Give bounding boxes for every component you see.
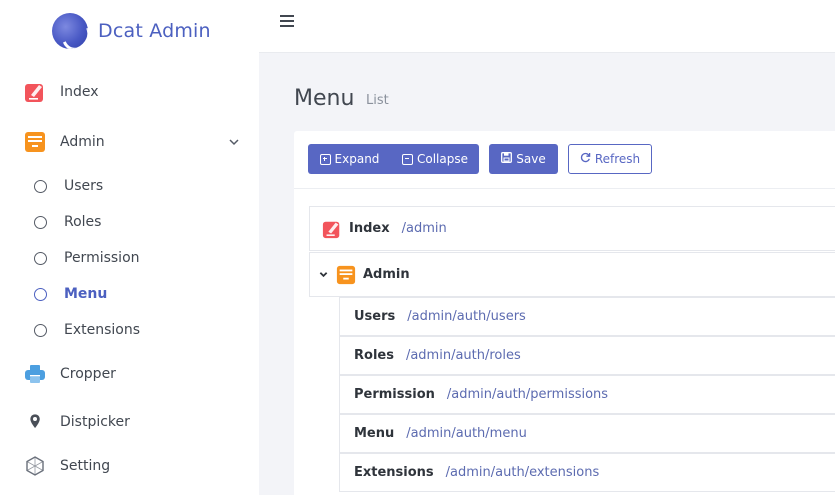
- archive-icon: [24, 131, 46, 153]
- save-button[interactable]: Save: [489, 144, 558, 174]
- sidebar-item-label: Index: [60, 84, 99, 100]
- sidebar-item-label: Cropper: [60, 366, 116, 382]
- collapse-label: Collapse: [417, 152, 468, 166]
- tree-item-uri[interactable]: /admin/auth/menu: [406, 426, 527, 441]
- save-label: Save: [516, 152, 546, 166]
- tree-item-uri[interactable]: /admin: [402, 221, 447, 236]
- hexagon-icon: [24, 455, 46, 477]
- tree-item-menu[interactable]: Menu /admin/auth/menu: [339, 414, 835, 453]
- tree-item-roles[interactable]: Roles /admin/auth/roles: [339, 336, 835, 375]
- circle-icon: [34, 323, 47, 337]
- sidebar-subitem-permission[interactable]: Permission: [0, 243, 259, 273]
- sidebar-subitem-label: Extensions: [64, 322, 141, 338]
- sidebar-item-index[interactable]: Index: [0, 74, 259, 110]
- expand-label: Expand: [334, 152, 380, 166]
- tree-item-uri[interactable]: /admin/auth/users: [407, 309, 526, 324]
- hamburger-menu-icon[interactable]: [280, 15, 294, 27]
- tree-item-uri[interactable]: /admin/auth/extensions: [446, 465, 600, 480]
- sidebar-subitem-extensions[interactable]: Extensions: [0, 315, 259, 345]
- tree-item-users[interactable]: Users /admin/auth/users: [339, 297, 835, 336]
- chevron-down-icon[interactable]: [229, 137, 239, 147]
- tree-item-index[interactable]: Index /admin: [309, 206, 835, 251]
- sidebar-item-distpicker[interactable]: Distpicker: [0, 404, 259, 440]
- tree-item-title: Admin: [363, 267, 410, 282]
- sidebar: Dcat Admin Index Admin Users Roles Permi…: [0, 0, 259, 495]
- minus-square-icon: [402, 153, 413, 165]
- top-navbar: [259, 0, 835, 53]
- caret-down-icon[interactable]: [319, 270, 329, 279]
- refresh-icon: [580, 152, 591, 166]
- sidebar-subitem-label: Menu: [64, 286, 108, 302]
- sidebar-item-label: Distpicker: [60, 414, 130, 430]
- sidebar-item-label: Setting: [60, 458, 111, 474]
- tree-item-title: Roles: [354, 348, 394, 363]
- brand-name: Dcat Admin: [98, 20, 211, 42]
- refresh-label: Refresh: [594, 152, 641, 166]
- page-subtitle: List: [366, 93, 389, 108]
- circle-icon: [34, 287, 47, 301]
- tree-item-admin[interactable]: Admin: [309, 252, 835, 297]
- circle-icon: [34, 179, 47, 193]
- sidebar-subitem-roles[interactable]: Roles: [0, 207, 259, 237]
- tree-item-uri[interactable]: /admin/auth/roles: [406, 348, 521, 363]
- tree-item-title: Extensions: [354, 465, 434, 480]
- sidebar-item-cropper[interactable]: Cropper: [0, 356, 259, 392]
- map-pin-icon: [24, 411, 46, 433]
- brand-logo-icon: [52, 13, 88, 49]
- tree-item-title: Index: [349, 221, 390, 236]
- page-title: Menu: [294, 86, 355, 111]
- sidebar-subitem-menu[interactable]: Menu: [0, 279, 259, 309]
- sidebar-item-setting[interactable]: Setting: [0, 448, 259, 484]
- plus-square-icon: [319, 153, 331, 165]
- collapse-button[interactable]: Collapse: [391, 144, 479, 174]
- tree-item-title: Permission: [354, 387, 435, 402]
- expand-button[interactable]: Expand: [308, 144, 391, 174]
- toolbar-divider: [294, 188, 835, 189]
- tree-item-extensions[interactable]: Extensions /admin/auth/extensions: [339, 453, 835, 492]
- sidebar-subitem-label: Permission: [64, 250, 140, 266]
- circle-icon: [34, 251, 47, 265]
- brand[interactable]: Dcat Admin: [52, 13, 211, 49]
- sidebar-subitem-users[interactable]: Users: [0, 171, 259, 201]
- refresh-button[interactable]: Refresh: [568, 144, 652, 174]
- tree-item-title: Users: [354, 309, 396, 324]
- sidebar-subitem-label: Users: [64, 178, 104, 194]
- tree-item-uri[interactable]: /admin/auth/permissions: [447, 387, 608, 402]
- tree-item-permission[interactable]: Permission /admin/auth/permissions: [339, 375, 835, 414]
- sidebar-subitem-label: Roles: [64, 214, 102, 230]
- tree-item-title: Menu: [354, 426, 395, 441]
- archive-icon: [336, 265, 356, 285]
- circle-icon: [34, 215, 47, 229]
- sidebar-item-label: Admin: [60, 134, 105, 150]
- sidebar-item-admin[interactable]: Admin: [0, 124, 259, 160]
- edit-square-icon: [24, 81, 46, 103]
- printer-icon: [24, 363, 46, 385]
- edit-square-icon: [322, 219, 342, 239]
- floppy-disk-icon: [501, 152, 513, 166]
